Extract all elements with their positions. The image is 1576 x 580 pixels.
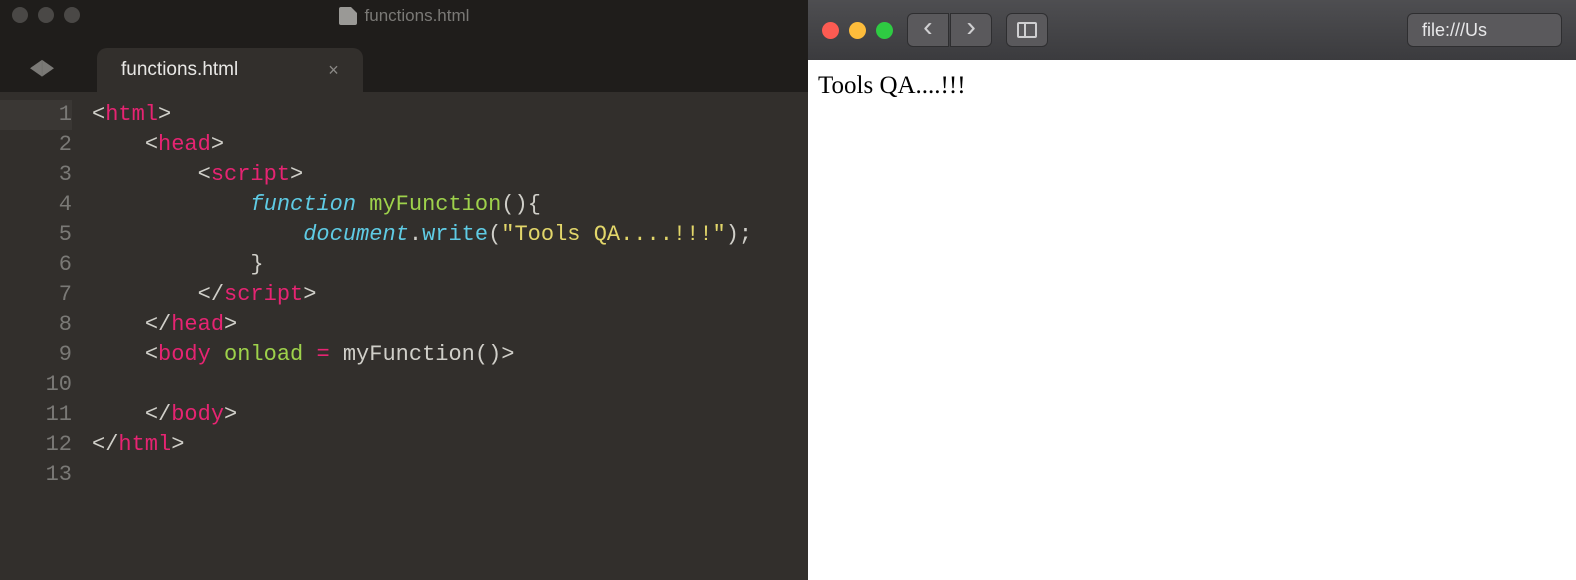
code-line[interactable]: <head> — [92, 130, 808, 160]
tab-close-icon[interactable]: × — [328, 60, 339, 81]
code-line[interactable]: document.write("Tools QA....!!!"); — [92, 220, 808, 250]
editor-tab-label: functions.html — [121, 59, 238, 81]
code-line[interactable]: </body> — [92, 400, 808, 430]
address-bar[interactable]: file:///Us — [1407, 13, 1562, 47]
editor-traffic-lights — [12, 7, 80, 23]
code-line[interactable] — [92, 460, 808, 490]
sidebar-toggle-button[interactable] — [1006, 13, 1048, 47]
code-line[interactable]: </html> — [92, 430, 808, 460]
code-line[interactable]: </head> — [92, 310, 808, 340]
code-line[interactable]: function myFunction(){ — [92, 190, 808, 220]
browser-close-dot[interactable] — [822, 22, 839, 39]
line-number-gutter: 12345678910111213 — [0, 100, 92, 580]
editor-zoom-dot[interactable] — [64, 7, 80, 23]
code-line[interactable] — [92, 370, 808, 400]
editor-tab[interactable]: functions.html × — [97, 48, 363, 92]
editor-window-title: functions.html — [365, 6, 470, 26]
code-line[interactable]: <body onload = myFunction()> — [92, 340, 808, 370]
editor-window: functions.html ◀ ▶ functions.html × 1234… — [0, 0, 808, 580]
address-bar-text: file:///Us — [1422, 20, 1487, 41]
browser-nav-group: ‹ › — [907, 13, 992, 47]
sidebar-icon — [1017, 22, 1037, 38]
editor-titlebar[interactable]: functions.html — [0, 0, 808, 32]
nav-next-icon[interactable]: ▶ — [42, 49, 54, 85]
line-number: 8 — [0, 310, 72, 340]
editor-nav-arrows: ◀ ▶ — [30, 54, 54, 80]
line-number: 9 — [0, 340, 72, 370]
editor-tabstrip: ◀ ▶ functions.html × — [0, 32, 808, 92]
line-number: 1 — [0, 100, 72, 130]
back-button[interactable]: ‹ — [907, 13, 949, 47]
code-line[interactable]: } — [92, 250, 808, 280]
line-number: 13 — [0, 460, 72, 490]
code-content[interactable]: <html> <head> <script> function myFuncti… — [92, 100, 808, 580]
line-number: 2 — [0, 130, 72, 160]
editor-minimize-dot[interactable] — [38, 7, 54, 23]
line-number: 10 — [0, 370, 72, 400]
line-number: 12 — [0, 430, 72, 460]
browser-window: ‹ › file:///Us Tools QA....!!! — [808, 0, 1576, 580]
file-icon — [339, 7, 357, 25]
line-number: 3 — [0, 160, 72, 190]
code-line[interactable]: </script> — [92, 280, 808, 310]
forward-button[interactable]: › — [950, 13, 992, 47]
code-line[interactable]: <script> — [92, 160, 808, 190]
browser-zoom-dot[interactable] — [876, 22, 893, 39]
line-number: 5 — [0, 220, 72, 250]
browser-traffic-lights — [822, 22, 893, 39]
browser-minimize-dot[interactable] — [849, 22, 866, 39]
code-area[interactable]: 12345678910111213 <html> <head> <script>… — [0, 92, 808, 580]
line-number: 7 — [0, 280, 72, 310]
browser-viewport: Tools QA....!!! — [808, 60, 1576, 580]
browser-toolbar: ‹ › file:///Us — [808, 0, 1576, 60]
code-line[interactable]: <html> — [92, 100, 808, 130]
line-number: 6 — [0, 250, 72, 280]
nav-prev-icon[interactable]: ◀ — [30, 49, 42, 85]
line-number: 11 — [0, 400, 72, 430]
editor-close-dot[interactable] — [12, 7, 28, 23]
line-number: 4 — [0, 190, 72, 220]
page-output-text: Tools QA....!!! — [818, 72, 966, 99]
